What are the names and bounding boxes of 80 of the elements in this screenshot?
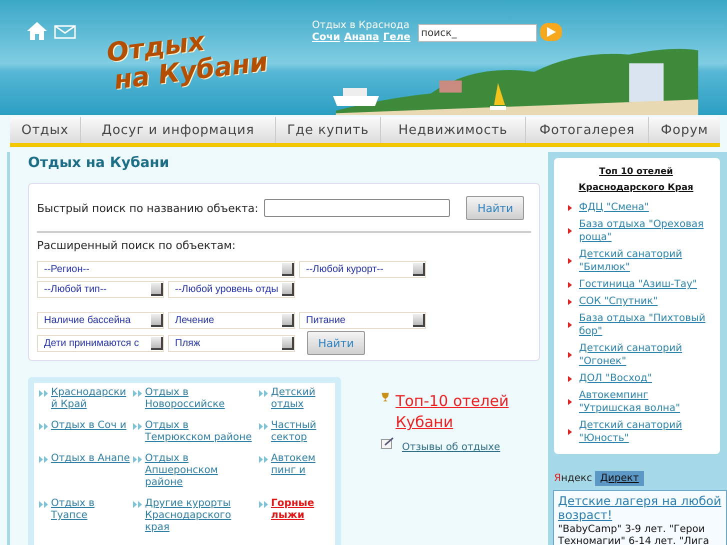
find-button[interactable]: Найти [466, 196, 524, 220]
region-link[interactable]: Частный сектор [271, 420, 321, 444]
header-tagline: Отдых в Краснода [312, 20, 410, 31]
filter-dropdown[interactable]: Пляж [168, 334, 295, 352]
region-link[interactable]: Отдых в Соч и [51, 420, 126, 432]
quick-search-label: Быстрый поиск по названию объекта: [37, 202, 258, 214]
double-arrow-icon [39, 501, 48, 508]
home-icon[interactable] [27, 22, 47, 40]
hotel-link[interactable]: ДОЛ "Восход" [579, 372, 652, 385]
hotel-link[interactable]: СОК "Спутник" [579, 295, 658, 308]
region-link[interactable]: Отдых в Туапсе [51, 498, 130, 522]
region-link[interactable]: Отдых в Апшеронском районе [145, 453, 256, 489]
filter-dropdown[interactable]: --Любой тип-- [37, 281, 164, 298]
double-arrow-icon [259, 390, 268, 397]
nav-tab[interactable]: Где купить [276, 117, 381, 143]
hotel-link[interactable]: База отдыха "Пихтовый бор" [579, 312, 712, 338]
nav-tab[interactable]: Форум [649, 117, 720, 143]
top-hotels-title: Топ 10 отелей Краснодарского Края [578, 166, 694, 195]
double-arrow-icon [259, 456, 268, 463]
search-field[interactable]: поиск_ [418, 24, 537, 42]
bullet-icon [568, 298, 572, 304]
double-arrow-icon [39, 456, 48, 463]
hotel-link[interactable]: База отдыха "Ореховая роща" [579, 218, 712, 244]
region-link[interactable]: Горные лыжи [271, 498, 321, 522]
double-arrow-icon [133, 501, 142, 508]
bullet-icon [568, 352, 572, 358]
hotel-link[interactable]: Детский санаторий "Огонек" [579, 342, 712, 368]
advanced-search-label: Расширенный поиск по объектам: [37, 239, 237, 252]
bullet-icon [568, 322, 572, 328]
top-hotels-link[interactable]: Топ-10 отелей Кубани [396, 391, 521, 433]
region-link[interactable]: Другие курорты Краснодарского края [145, 498, 256, 534]
filter-dropdown[interactable]: Наличие бассейна [37, 312, 164, 329]
search-go-icon[interactable] [540, 23, 562, 41]
region-link[interactable]: Отдых в Анапе [51, 453, 130, 465]
hotel-link[interactable]: Гостиница "Азиш-Тау" [579, 278, 697, 291]
bullet-icon [568, 204, 572, 210]
sailboat-icon [490, 83, 506, 111]
bullet-icon [568, 429, 572, 435]
quick-search-field[interactable] [264, 199, 450, 217]
region-link[interactable]: Детский отдых [271, 387, 321, 411]
hotel-link[interactable]: Детский санаторий "Юность" [579, 419, 712, 445]
region-link[interactable]: Краснодарский Край [51, 387, 130, 411]
hotel-link[interactable]: Автокемпинг "Утришская волна" [579, 389, 712, 415]
double-arrow-icon [133, 423, 142, 430]
mail-icon[interactable] [54, 25, 76, 39]
ad-title-link[interactable]: Детские лагеря на любой возраст! [558, 494, 722, 522]
bullet-icon [568, 376, 572, 382]
region-link[interactable]: Отдых в Темрюкском районе [145, 420, 256, 444]
hotel-link[interactable]: ФДЦ "Смена" [579, 201, 649, 214]
filter-dropdown[interactable]: --Любой уровень отды [168, 281, 295, 298]
ad-text: "BabyCamp" 3-9 лет. "Герои Техномагии" 6-14 лет. "Лига [558, 524, 710, 545]
double-arrow-icon [39, 390, 48, 397]
double-arrow-icon [259, 501, 268, 508]
double-arrow-icon [39, 423, 48, 430]
notepad-icon [381, 437, 394, 449]
bullet-icon [568, 258, 572, 264]
nav-tab[interactable]: Досуг и информация [81, 117, 276, 143]
page-title: Отдых на Кубани [28, 155, 170, 171]
filter-dropdown[interactable]: Лечение [168, 312, 295, 329]
filter-dropdown[interactable]: Дети принимаются с [37, 334, 164, 352]
double-arrow-icon [133, 456, 142, 463]
bullet-icon [568, 399, 572, 405]
bullet-icon [568, 282, 572, 288]
double-arrow-icon [259, 423, 268, 430]
double-arrow-icon [133, 390, 142, 397]
find-button[interactable]: Найти [307, 331, 365, 355]
nav-tab[interactable]: Отдых [10, 117, 81, 143]
hotel-link[interactable]: Детский санаторий "Бимлюк" [579, 248, 712, 274]
direct-tab[interactable]: Директ [595, 471, 644, 486]
filter-dropdown[interactable]: --Регион-- [37, 261, 295, 278]
yandex-label: Яндекс [554, 473, 592, 484]
filter-dropdown[interactable]: Питание [299, 312, 426, 329]
nav-tab[interactable]: Недвижимость [381, 117, 526, 143]
bullet-icon [568, 228, 572, 234]
filter-dropdown[interactable]: --Любой курорт-- [299, 261, 426, 278]
region-link[interactable]: Отдых в Новороссийске [145, 387, 256, 411]
nav-tab[interactable]: Фотогалерея [526, 117, 649, 143]
region-link[interactable]: Автокемпинг и [271, 453, 321, 477]
reviews-link[interactable]: Отзывы об отдыхе [402, 442, 500, 453]
trophy-icon [381, 391, 390, 404]
